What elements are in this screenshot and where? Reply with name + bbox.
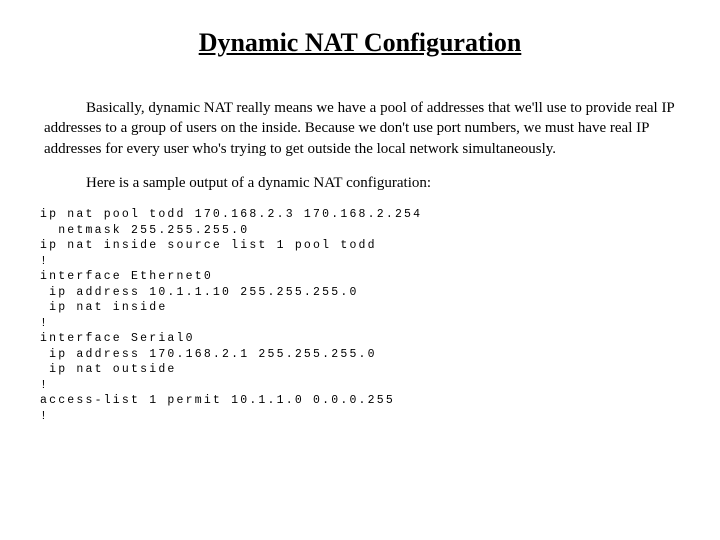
page-title: Dynamic NAT Configuration bbox=[40, 28, 680, 58]
body-paragraph-2: Here is a sample output of a dynamic NAT… bbox=[40, 173, 680, 193]
body-paragraph-1: Basically, dynamic NAT really means we h… bbox=[40, 98, 680, 159]
config-code-block: ip nat pool todd 170.168.2.3 170.168.2.2… bbox=[40, 207, 680, 424]
